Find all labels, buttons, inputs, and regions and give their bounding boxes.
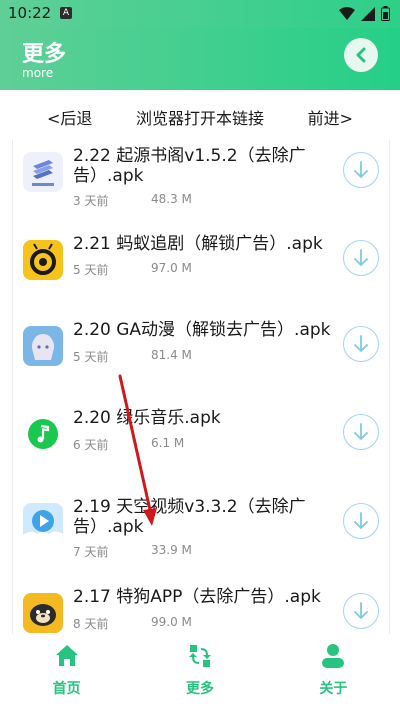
page-title: 更多	[22, 42, 67, 67]
person-icon	[322, 644, 345, 668]
app-size: 6.1 M	[151, 436, 185, 450]
app-size: 97.0 M	[151, 261, 192, 275]
battery-icon	[381, 6, 390, 21]
download-button[interactable]	[343, 414, 379, 450]
anime-girl-icon	[23, 326, 63, 366]
download-arrow-icon	[354, 249, 368, 266]
ant-icon	[23, 240, 63, 280]
app-size: 81.4 M	[151, 348, 192, 362]
download-arrow-icon	[354, 423, 368, 440]
app-size: 33.9 M	[151, 543, 192, 557]
status-bar: 10:22 A	[0, 0, 400, 28]
list-item[interactable]: 2.22 起源书阁v1.5.2（去除广告）.apk 3 天前 48.3 M	[13, 140, 389, 208]
download-button[interactable]	[343, 503, 379, 539]
chevron-left-icon	[356, 47, 366, 63]
home-icon	[55, 645, 78, 666]
download-button[interactable]	[343, 152, 379, 188]
app-title: 2.17 特狗APP（去除广告）.apk	[73, 587, 321, 607]
app-title: 2.21 蚂蚁追剧（解锁广告）.apk	[73, 234, 323, 254]
download-button[interactable]	[343, 593, 379, 629]
app-date: 7 天前	[73, 545, 109, 559]
download-arrow-icon	[354, 335, 368, 352]
download-arrow-icon	[354, 512, 368, 529]
book-stack-icon	[23, 152, 63, 192]
app-size: 48.3 M	[151, 192, 192, 206]
app-date: 6 天前	[73, 438, 109, 452]
nav-back-link[interactable]: <后退	[47, 105, 92, 129]
tab-more-label: 更多	[185, 681, 214, 697]
status-icons	[339, 6, 390, 21]
tab-about[interactable]: 关于	[288, 642, 378, 698]
play-cloud-icon	[23, 503, 63, 543]
list-item[interactable]: 2.20 绿乐音乐.apk 6 天前 6.1 M	[13, 402, 389, 466]
tab-more[interactable]: 更多	[155, 642, 245, 698]
list-item[interactable]: 2.17 特狗APP（去除广告）.apk 8 天前 99.0 M	[13, 581, 389, 634]
app-date: 3 天前	[73, 194, 109, 208]
app-header: 更多 more	[0, 28, 400, 90]
music-note-icon	[23, 414, 63, 454]
app-title: 2.19 天空视频v3.3.2（去除广告）.apk	[73, 497, 306, 537]
app-size: 99.0 M	[151, 615, 192, 629]
nav-forward-link[interactable]: 前进>	[308, 105, 353, 129]
page-subtitle: more	[22, 66, 54, 80]
app-title: 2.20 GA动漫（解锁去广告）.apk	[73, 320, 331, 340]
download-arrow-icon	[354, 602, 368, 619]
list-item[interactable]: 2.19 天空视频v3.3.2（去除广告）.apk 7 天前 33.9 M	[13, 491, 389, 559]
app-list: 2.22 起源书阁v1.5.2（去除广告）.apk 3 天前 48.3 M 2.…	[12, 140, 390, 634]
tab-about-label: 关于	[319, 681, 348, 697]
app-date: 8 天前	[73, 617, 109, 631]
signal-icon	[361, 6, 375, 21]
status-time: 10:22	[8, 4, 52, 22]
browser-nav: <后退 浏览器打开本链接 前进>	[0, 90, 400, 144]
download-button[interactable]	[343, 326, 379, 362]
download-arrow-icon	[354, 161, 368, 178]
swap-icon	[188, 645, 211, 667]
bottom-tab-bar: 首页 更多 关于	[0, 634, 400, 711]
app-title: 2.22 起源书阁v1.5.2（去除广告）.apk	[73, 146, 306, 186]
tab-home[interactable]: 首页	[22, 642, 112, 698]
dog-icon	[23, 593, 63, 633]
back-button[interactable]	[344, 38, 378, 72]
app-date: 5 天前	[73, 350, 109, 364]
wifi-icon	[339, 6, 355, 20]
notification-icon: A	[60, 7, 72, 19]
download-button[interactable]	[343, 240, 379, 276]
tab-home-label: 首页	[52, 681, 81, 697]
app-title: 2.20 绿乐音乐.apk	[73, 408, 221, 428]
app-date: 5 天前	[73, 263, 109, 277]
list-item[interactable]: 2.20 GA动漫（解锁去广告）.apk 5 天前 81.4 M	[13, 314, 389, 378]
open-in-browser-link[interactable]: 浏览器打开本链接	[136, 105, 264, 129]
list-item[interactable]: 2.21 蚂蚁追剧（解锁广告）.apk 5 天前 97.0 M	[13, 228, 389, 292]
